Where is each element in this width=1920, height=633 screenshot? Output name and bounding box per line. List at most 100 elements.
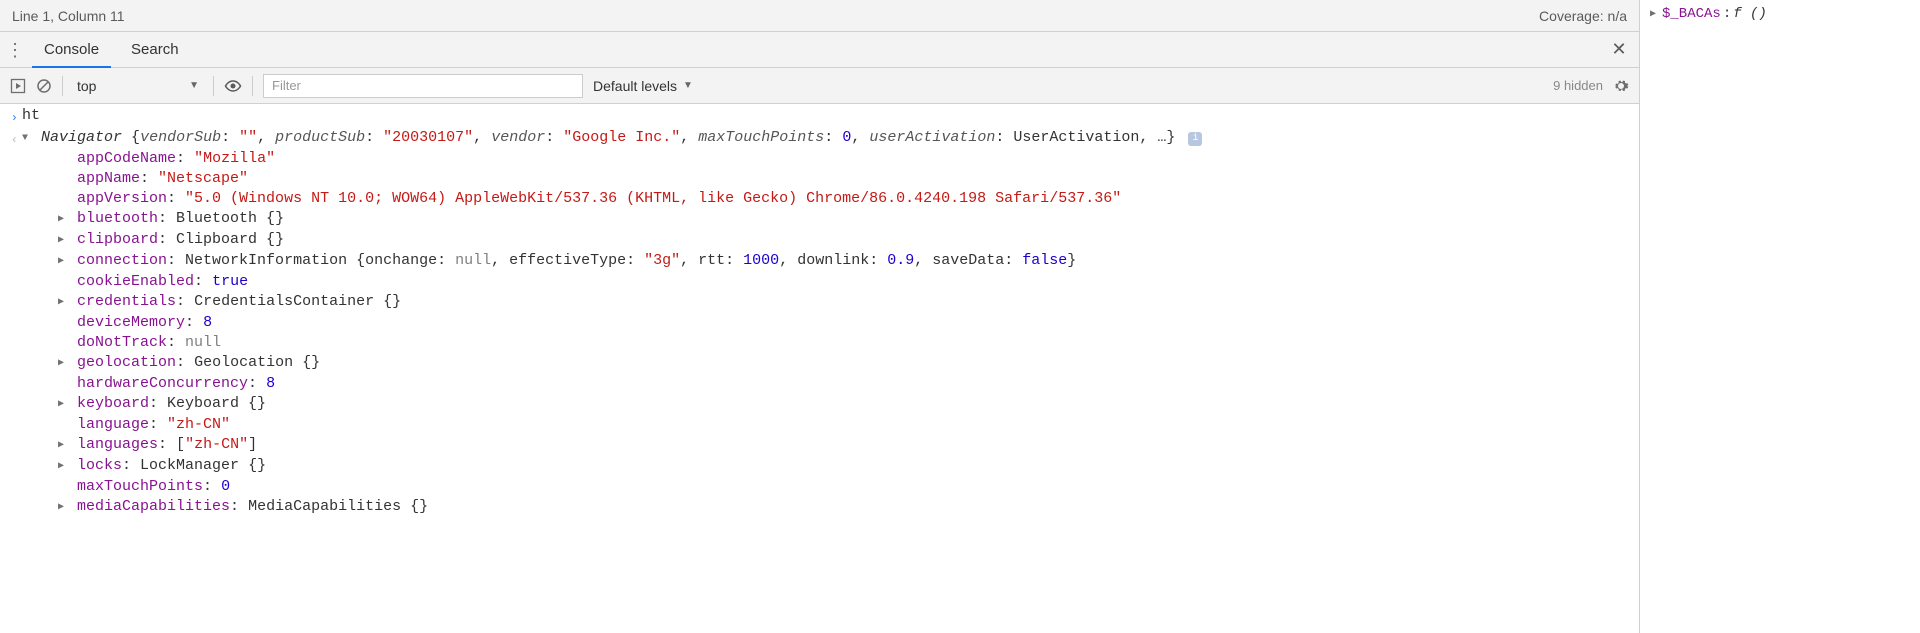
object-property[interactable]: locks: LockManager {} (50, 456, 1629, 477)
object-property[interactable]: languages: ["zh-CN"] (50, 435, 1629, 456)
property-key: connection (77, 252, 167, 269)
property-key: mediaCapabilities (77, 498, 230, 515)
property-key: credentials (77, 293, 176, 310)
clear-console-icon[interactable] (36, 78, 52, 94)
summary-value: "20030107" (383, 129, 473, 146)
property-value: NetworkInformation { (185, 252, 365, 269)
expand-toggle[interactable] (58, 231, 68, 251)
levels-label: Default levels (593, 78, 677, 94)
property-value: "zh-CN" (167, 416, 230, 433)
filter-input[interactable] (263, 74, 583, 98)
property-value: 8 (266, 375, 275, 392)
property-key: appName (77, 170, 140, 187)
property-key: appVersion (77, 190, 167, 207)
output-icon: ‹ (11, 130, 18, 150)
expand-toggle[interactable] (58, 498, 68, 518)
object-property[interactable]: credentials: CredentialsContainer {} (50, 292, 1629, 313)
chevron-down-icon: ▼ (683, 80, 693, 91)
expand-toggle[interactable] (58, 210, 68, 230)
property-key: hardwareConcurrency (77, 375, 248, 392)
close-drawer-icon[interactable]: ✕ (1605, 39, 1633, 60)
property-value: MediaCapabilities {} (248, 498, 428, 515)
property-value: 0 (221, 478, 230, 495)
summary-key: vendor (491, 129, 545, 146)
expand-toggle[interactable] (58, 252, 68, 272)
console-messages[interactable]: › ht ‹ Navigator {vendorSub: "", product… (0, 104, 1639, 633)
drawer-tabs: ⋮ Console Search ✕ (0, 32, 1639, 68)
property-value: LockManager {} (140, 457, 266, 474)
summary-value: "Google Inc." (563, 129, 680, 146)
object-property[interactable]: mediaCapabilities: MediaCapabilities {} (50, 497, 1629, 518)
input-text: ht (22, 106, 1639, 126)
property-value: 8 (203, 314, 212, 331)
summary-key: userActivation (869, 129, 995, 146)
expand-toggle[interactable] (58, 354, 68, 374)
separator (62, 76, 63, 96)
expand-toggle[interactable] (58, 395, 68, 415)
property-value: [ (176, 436, 185, 453)
chevron-down-icon: ▼ (189, 80, 199, 91)
property-value: Clipboard {} (176, 231, 284, 248)
eye-icon[interactable] (224, 78, 242, 94)
drawer-menu-icon[interactable]: ⋮ (6, 41, 24, 59)
expand-toggle[interactable] (58, 457, 68, 477)
property-key: cookieEnabled (77, 273, 194, 290)
object-property[interactable]: keyboard: Keyboard {} (50, 394, 1629, 415)
property-value: "Netscape" (158, 170, 248, 187)
property-key: geolocation (77, 354, 176, 371)
separator (213, 76, 214, 96)
prompt-icon: › (11, 108, 18, 128)
object-property[interactable]: geolocation: Geolocation {} (50, 353, 1629, 374)
object-property[interactable]: appVersion: "5.0 (Windows NT 10.0; WOW64… (50, 189, 1629, 209)
object-property[interactable]: clipboard: Clipboard {} (50, 230, 1629, 251)
object-property[interactable]: doNotTrack: null (50, 333, 1629, 353)
summary-key: vendorSub (140, 129, 221, 146)
summary-value: 0 (842, 129, 851, 146)
object-property[interactable]: appName: "Netscape" (50, 169, 1629, 189)
object-property[interactable]: connection: NetworkInformation {onchange… (50, 251, 1629, 272)
object-property[interactable]: language: "zh-CN" (50, 415, 1629, 435)
summary-value: "" (239, 129, 257, 146)
object-property[interactable]: deviceMemory: 8 (50, 313, 1629, 333)
log-levels-selector[interactable]: Default levels ▼ (593, 78, 693, 94)
expand-toggle[interactable] (1650, 8, 1660, 20)
object-property[interactable]: appCodeName: "Mozilla" (50, 149, 1629, 169)
summary-key: productSub (275, 129, 365, 146)
ellipsis: , …} (1139, 129, 1175, 146)
property-value: "5.0 (Windows NT 10.0; WOW64) AppleWebKi… (185, 190, 1121, 207)
property-key: languages (77, 436, 158, 453)
object-property[interactable]: maxTouchPoints: 0 (50, 477, 1629, 497)
property-key: language (77, 416, 149, 433)
execution-context-selector[interactable]: top ▼ (73, 78, 203, 94)
expand-toggle[interactable] (58, 293, 68, 313)
cursor-position: Line 1, Column 11 (12, 8, 125, 24)
output-line: ‹ Navigator {vendorSub: "", productSub: … (0, 128, 1639, 518)
expand-toggle[interactable] (58, 436, 68, 456)
object-property[interactable]: cookieEnabled: true (50, 272, 1629, 292)
tab-console[interactable]: Console (32, 33, 111, 67)
scope-value: f () (1733, 6, 1767, 22)
scope-row[interactable]: $_BACAs: f () (1650, 4, 1910, 24)
summary-key: maxTouchPoints (698, 129, 824, 146)
property-key: deviceMemory (77, 314, 185, 331)
object-class-name: Navigator (41, 129, 122, 146)
expand-toggle[interactable] (22, 129, 32, 149)
execute-icon[interactable] (10, 78, 26, 94)
summary-value: UserActivation (1013, 129, 1139, 146)
tab-search[interactable]: Search (119, 33, 191, 67)
object-property[interactable]: hardwareConcurrency: 8 (50, 374, 1629, 394)
gear-icon[interactable] (1613, 78, 1629, 94)
console-toolbar: top ▼ Default levels ▼ 9 hidden (0, 68, 1639, 104)
property-key: locks (77, 457, 122, 474)
object-property[interactable]: bluetooth: Bluetooth {} (50, 209, 1629, 230)
property-value: null (185, 334, 221, 351)
hidden-messages-count[interactable]: 9 hidden (1553, 78, 1603, 93)
property-value: "Mozilla" (194, 150, 275, 167)
property-key: bluetooth (77, 210, 158, 227)
property-value: Geolocation {} (194, 354, 320, 371)
property-key: clipboard (77, 231, 158, 248)
coverage-indicator: Coverage: n/a (1539, 8, 1627, 24)
property-key: maxTouchPoints (77, 478, 203, 495)
scope-key: $_BACAs (1662, 6, 1721, 22)
info-icon[interactable]: i (1188, 132, 1202, 146)
